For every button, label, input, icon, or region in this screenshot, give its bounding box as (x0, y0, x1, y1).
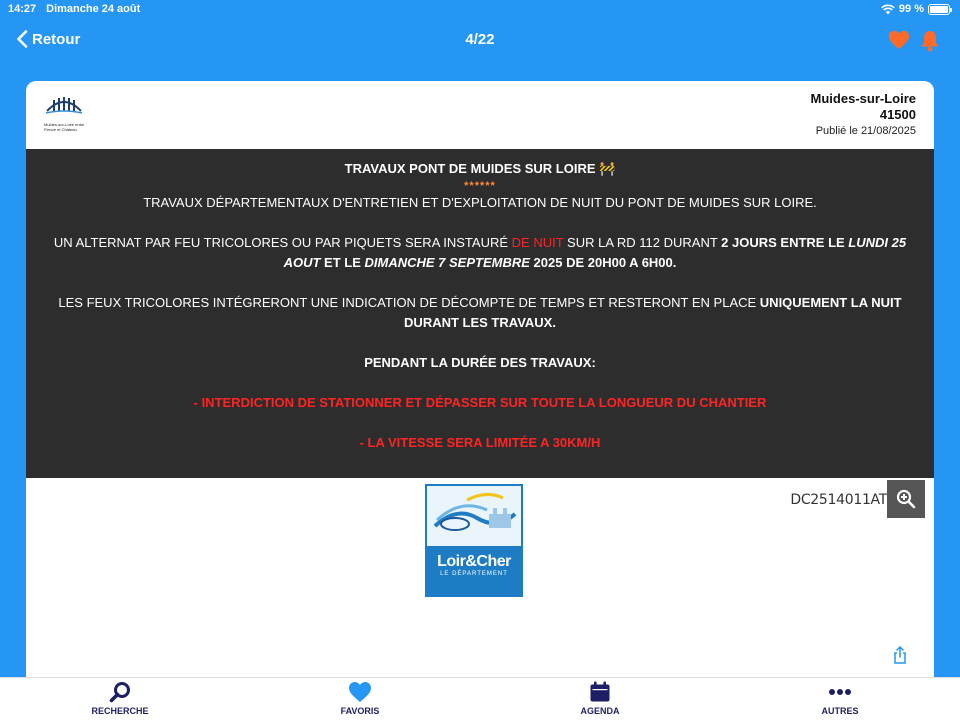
nav-bar: Retour 4/22 (0, 22, 960, 58)
p2-bold-3: 2025 DE 20H00 A 6H00. (529, 255, 677, 270)
document-reference: DC2514011AT (790, 492, 887, 508)
status-date: Dimanche 24 août (46, 3, 141, 15)
tab-label-agenda: AGENDA (580, 706, 620, 716)
loir-et-cher-emblem (427, 486, 521, 546)
card-header: Muides-sur-Loire entre Fleuve et Château… (26, 81, 934, 149)
back-label: Retour (32, 30, 81, 48)
p2-text-a: UN ALTERNAT PAR FEU TRICOLORES OU PAR PI… (53, 235, 512, 250)
more-icon (829, 689, 851, 695)
loir-et-cher-logo: Loir&Cher LE DÉPARTEMENT (425, 484, 523, 597)
notice-body: TRAVAUX PONT DE MUIDES SUR LOIRE 🚧 *****… (26, 149, 934, 478)
tab-favoris[interactable]: FAVORIS (240, 678, 480, 720)
back-button[interactable]: Retour (16, 30, 80, 48)
p2-bold-1: 2 JOURS ENTRE LE (721, 235, 849, 250)
nav-actions (888, 30, 940, 52)
share-icon (894, 645, 906, 664)
zoom-in-icon (896, 489, 916, 509)
tab-autres[interactable]: AUTRES (720, 678, 960, 720)
notice-separator: ****** (464, 180, 496, 192)
notice-paragraph-1: TRAVAUX DÉPARTEMENTAUX D'ENTRETIEN ET D'… (143, 195, 817, 210)
calendar-icon (590, 681, 610, 702)
share-button[interactable] (893, 645, 907, 669)
p2-bold-italic-2: DIMANCHE 7 SEPTEMBRE (364, 255, 530, 270)
status-right: 99 % (881, 3, 952, 15)
tab-label-recherche: RECHERCHE (91, 706, 149, 716)
notice-title-text: TRAVAUX PONT DE MUIDES SUR LOIRE (344, 161, 596, 176)
tab-bar: RECHERCHE FAVORIS AGENDA AUTRES (0, 677, 960, 720)
tab-recherche[interactable]: RECHERCHE (0, 678, 240, 720)
notice-paragraph-6: - LA VITESSE SERA LIMITÉE A 30KM/H (359, 435, 601, 450)
battery-percent: 99 % (898, 3, 924, 15)
attachment-preview[interactable]: Loir&Cher LE DÉPARTEMENT DC2514011AT (35, 480, 925, 680)
notice-paragraph-2: UN ALTERNAT PAR FEU TRICOLORES OU PAR PI… (46, 233, 914, 273)
notice-paragraph-5: - INTERDICTION DE STATIONNER ET DÉPASSER… (193, 395, 767, 410)
bell-icon[interactable] (920, 30, 940, 52)
logo-name: Loir&Cher (437, 553, 511, 570)
zoom-button[interactable] (887, 480, 925, 518)
battery-icon (928, 3, 952, 15)
tab-label-favoris: FAVORIS (340, 706, 380, 716)
emblem-graphic-icon (433, 493, 517, 531)
town-logo: Muides-sur-Loire entre Fleuve et Château (44, 95, 94, 135)
notice-card: Muides-sur-Loire entre Fleuve et Château… (26, 81, 934, 681)
notice-paragraph-4: PENDANT LA DURÉE DES TRAVAUX: (364, 355, 596, 370)
bridge-logo-icon (45, 97, 83, 114)
status-time: 14:27 (8, 3, 37, 15)
status-bar: 14:27 Dimanche 24 août 99 % (0, 0, 960, 18)
construction-icon: 🚧 (599, 161, 616, 176)
search-icon (109, 682, 130, 703)
city-name: Muides-sur-Loire (810, 91, 916, 106)
publish-date: Publié le 21/08/2025 (815, 125, 916, 137)
zip-code: 41500 (879, 107, 916, 122)
p2-text-b: SUR LA RD 112 DURANT (563, 235, 722, 250)
place-info: Muides-sur-Loire 41500 Publié le 21/08/2… (811, 91, 916, 139)
p2-bold-2: ET LE (320, 255, 365, 270)
p2-text-red: DE NUIT (511, 235, 564, 250)
notice-paragraph-3: LES FEUX TRICOLORES INTÉGRERONT UNE INDI… (46, 293, 914, 333)
battery-fill (930, 5, 948, 13)
notice-title: TRAVAUX PONT DE MUIDES SUR LOIRE 🚧 (46, 159, 914, 179)
tab-label-autres: AUTRES (821, 706, 859, 716)
favorite-heart-icon[interactable] (888, 30, 910, 50)
chevron-left-icon (17, 30, 28, 48)
tab-agenda[interactable]: AGENDA (480, 678, 720, 720)
town-logo-text: Muides-sur-Loire entre Fleuve et Château (44, 122, 85, 132)
page-counter: 4/22 (465, 31, 495, 48)
logo-subtitle: LE DÉPARTEMENT (440, 571, 508, 577)
wifi-icon (881, 4, 895, 14)
p3-text-a: LES FEUX TRICOLORES INTÉGRERONT UNE INDI… (58, 295, 760, 310)
heart-icon (349, 682, 371, 702)
